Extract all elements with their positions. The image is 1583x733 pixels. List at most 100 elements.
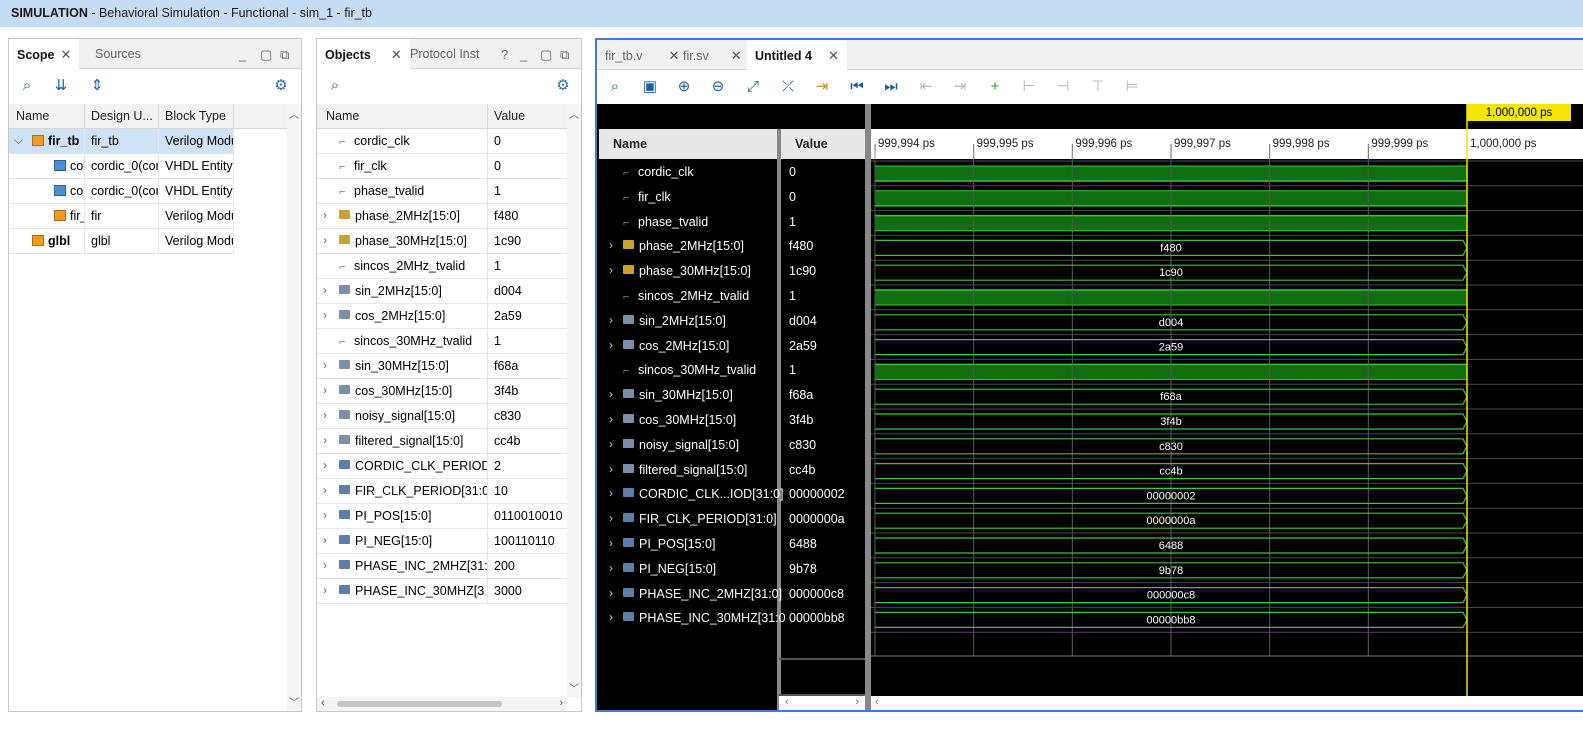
close-icon[interactable]: ✕ — [391, 47, 402, 62]
close-icon[interactable]: ✕ — [731, 48, 742, 63]
close-icon[interactable]: ✕ — [828, 48, 839, 63]
column-header-value[interactable]: Value — [494, 109, 525, 123]
gear-icon[interactable]: ⚙ — [553, 76, 573, 96]
chevron-right-icon[interactable]: › — [323, 308, 327, 322]
wave-signal-row[interactable]: › PHASE_INC_30MHZ[31:0 — [599, 607, 786, 631]
chevron-down-icon[interactable]: ⌵ — [14, 133, 23, 148]
chevron-right-icon[interactable]: › — [609, 536, 613, 550]
column-header-block[interactable]: Block Type — [165, 109, 226, 123]
object-row[interactable]: ⌐ cordic_clk 0 — [317, 129, 567, 154]
save-icon[interactable]: ▣ — [640, 77, 660, 97]
search-icon[interactable]: ⌕ — [605, 77, 625, 97]
wave-signal-row[interactable]: › sin_2MHz[15:0] — [599, 310, 777, 334]
chevron-right-icon[interactable]: › — [323, 283, 327, 297]
tab-untitled-4[interactable]: Untitled 4 ✕ — [747, 40, 847, 70]
scope-tree-row[interactable]: glbl glbl Verilog Modu — [9, 229, 234, 254]
scroll-right-icon[interactable]: › — [855, 696, 859, 708]
wave-signal-row[interactable]: ⌐ fir_clk — [599, 186, 777, 210]
scroll-left-icon[interactable]: ‹ — [321, 697, 325, 709]
wave-signal-row[interactable]: › phase_2MHz[15:0] — [599, 235, 777, 259]
next-transition-icon[interactable]: ⇥ — [950, 77, 970, 97]
wave-signal-row[interactable]: › PI_NEG[15:0] — [599, 558, 777, 582]
wave-signal-row[interactable]: › FIR_CLK_PERIOD[31:0] — [599, 508, 777, 532]
chevron-right-icon[interactable]: › — [323, 408, 327, 422]
wave-signal-row[interactable]: ⌐ phase_tvalid — [599, 211, 777, 235]
object-row[interactable]: › phase_30MHz[15:0] 1c90 — [317, 229, 567, 254]
swap-cursors-icon[interactable]: ⊤ — [1088, 77, 1108, 97]
zoom-fit-icon[interactable]: ⤢ — [743, 77, 763, 97]
chevron-right-icon[interactable]: › — [323, 208, 327, 222]
column-header-name[interactable]: Name — [326, 109, 359, 123]
wave-signal-row[interactable]: › CORDIC_CLK...IOD[31:0] — [599, 483, 784, 507]
tab-sources[interactable]: Sources — [87, 39, 149, 69]
go-to-start-icon[interactable]: ⏮ — [847, 77, 867, 97]
zoom-to-cursor-icon[interactable]: ⤫ — [778, 77, 798, 97]
scroll-thumb[interactable] — [337, 701, 502, 707]
chevron-right-icon[interactable]: › — [323, 583, 327, 597]
tab-fir-sv[interactable]: fir.sv ✕ — [675, 40, 750, 70]
maximize-icon[interactable]: ▢ — [540, 47, 552, 63]
chevron-right-icon[interactable]: › — [609, 437, 613, 451]
objects-horizontal-scrollbar[interactable]: ‹ › — [317, 697, 567, 711]
chevron-right-icon[interactable]: › — [609, 412, 613, 426]
chevron-right-icon[interactable]: › — [609, 486, 613, 500]
chevron-right-icon[interactable]: › — [323, 358, 327, 372]
scroll-up-icon[interactable]: ︿ — [569, 106, 579, 121]
scroll-left-icon[interactable]: ‹ — [785, 696, 789, 708]
go-to-end-icon[interactable]: ⏭ — [881, 77, 901, 97]
chevron-right-icon[interactable]: › — [323, 433, 327, 447]
previous-transition-icon[interactable]: ⇤ — [916, 77, 936, 97]
object-row[interactable]: ⌐ sincos_30MHz_tvalid 1 — [317, 329, 567, 354]
wave-signal-row[interactable]: › sin_30MHz[15:0] — [599, 384, 777, 408]
object-row[interactable]: ⌐ phase_tvalid 1 — [317, 179, 567, 204]
scope-tree-row[interactable]: fir_ fir Verilog Modu — [9, 204, 234, 229]
wave-signal-row[interactable]: › cos_30MHz[15:0] — [599, 409, 777, 433]
object-row[interactable]: › sin_30MHz[15:0] f68a — [317, 354, 567, 379]
previous-marker-icon[interactable]: ⊢ — [1019, 77, 1039, 97]
wave-signal-row[interactable]: › PHASE_INC_2MHZ[31:0] — [599, 583, 782, 607]
chevron-right-icon[interactable]: › — [609, 338, 613, 352]
expand-all-icon[interactable]: ⇕ — [87, 76, 107, 96]
wave-signal-row[interactable]: › phase_30MHz[15:0] — [599, 260, 777, 284]
close-icon[interactable]: ✕ — [61, 47, 72, 62]
chevron-right-icon[interactable]: › — [609, 387, 613, 401]
scroll-up-icon[interactable]: ︿ — [289, 106, 299, 121]
object-row[interactable]: › CORDIC_CLK_PERIOD 2 — [317, 454, 567, 479]
scroll-left-icon[interactable]: ‹ — [875, 696, 879, 708]
chevron-right-icon[interactable]: › — [323, 383, 327, 397]
column-header-name[interactable]: Name — [16, 109, 49, 123]
waveform-canvas[interactable]: 999,994 ps 999,995 ps 999,996 ps 999,997 ps… — [871, 104, 1583, 712]
wave-signal-row[interactable]: › PI_POS[15:0] — [599, 533, 777, 557]
object-row[interactable]: › PHASE_INC_30MHZ[3 3000 — [317, 579, 567, 604]
wave-signal-row[interactable]: › filtered_signal[15:0] — [599, 459, 777, 483]
wave-signal-row[interactable]: ⌐ sincos_2MHz_tvalid — [599, 285, 777, 309]
scope-tree-row[interactable]: cor cordic_0(cor VHDL Entity — [9, 154, 234, 179]
gear-icon[interactable]: ⚙ — [271, 76, 291, 96]
chevron-right-icon[interactable]: › — [323, 483, 327, 497]
maximize-icon[interactable]: ▢ — [260, 47, 272, 63]
object-row[interactable]: › cos_30MHz[15:0] 3f4b — [317, 379, 567, 404]
value-column-header[interactable]: Value — [781, 129, 865, 159]
chevron-right-icon[interactable]: › — [609, 263, 613, 277]
chevron-right-icon[interactable]: › — [609, 238, 613, 252]
help-icon[interactable]: ? — [501, 47, 508, 62]
chevron-right-icon[interactable]: › — [323, 533, 327, 547]
object-row[interactable]: › cos_2MHz[15:0] 2a59 — [317, 304, 567, 329]
scroll-right-icon[interactable]: › — [559, 697, 563, 709]
fix-cursor-icon[interactable]: ⊨ — [1122, 77, 1142, 97]
tab-protocol-inst[interactable]: Protocol Inst — [402, 39, 487, 69]
chevron-right-icon[interactable]: › — [323, 558, 327, 572]
float-icon[interactable]: ⧉ — [280, 47, 289, 63]
float-icon[interactable]: ⧉ — [560, 47, 569, 63]
objects-vertical-scrollbar[interactable]: ︿ ﹀ — [567, 104, 581, 697]
wave-signal-row[interactable]: › noisy_signal[15:0] — [599, 434, 777, 458]
scope-tree-row[interactable]: ⌵ fir_tb fir_tb Verilog Modu — [9, 129, 234, 154]
object-row[interactable]: ⌐ sincos_2MHz_tvalid 1 — [317, 254, 567, 279]
wave-signal-row[interactable]: › cos_2MHz[15:0] — [599, 335, 777, 359]
chevron-right-icon[interactable]: › — [609, 561, 613, 575]
chevron-right-icon[interactable]: › — [609, 610, 613, 624]
wave-signal-row[interactable]: ⌐ sincos_30MHz_tvalid — [599, 359, 777, 383]
chevron-right-icon[interactable]: › — [323, 233, 327, 247]
object-row[interactable]: › PI_NEG[15:0] 100110110 — [317, 529, 567, 554]
object-row[interactable]: › sin_2MHz[15:0] d004 — [317, 279, 567, 304]
